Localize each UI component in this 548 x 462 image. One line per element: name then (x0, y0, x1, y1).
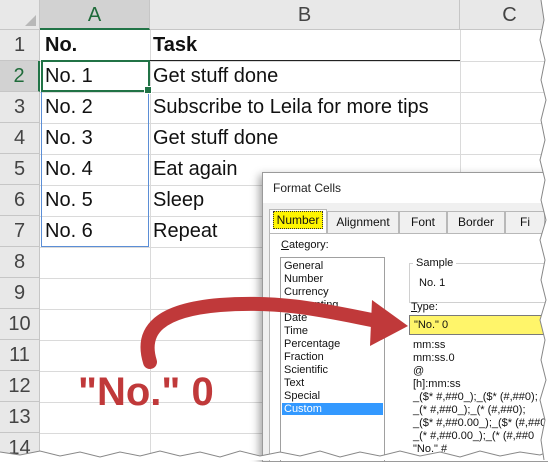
annotation-text: "No." 0 (78, 370, 214, 414)
